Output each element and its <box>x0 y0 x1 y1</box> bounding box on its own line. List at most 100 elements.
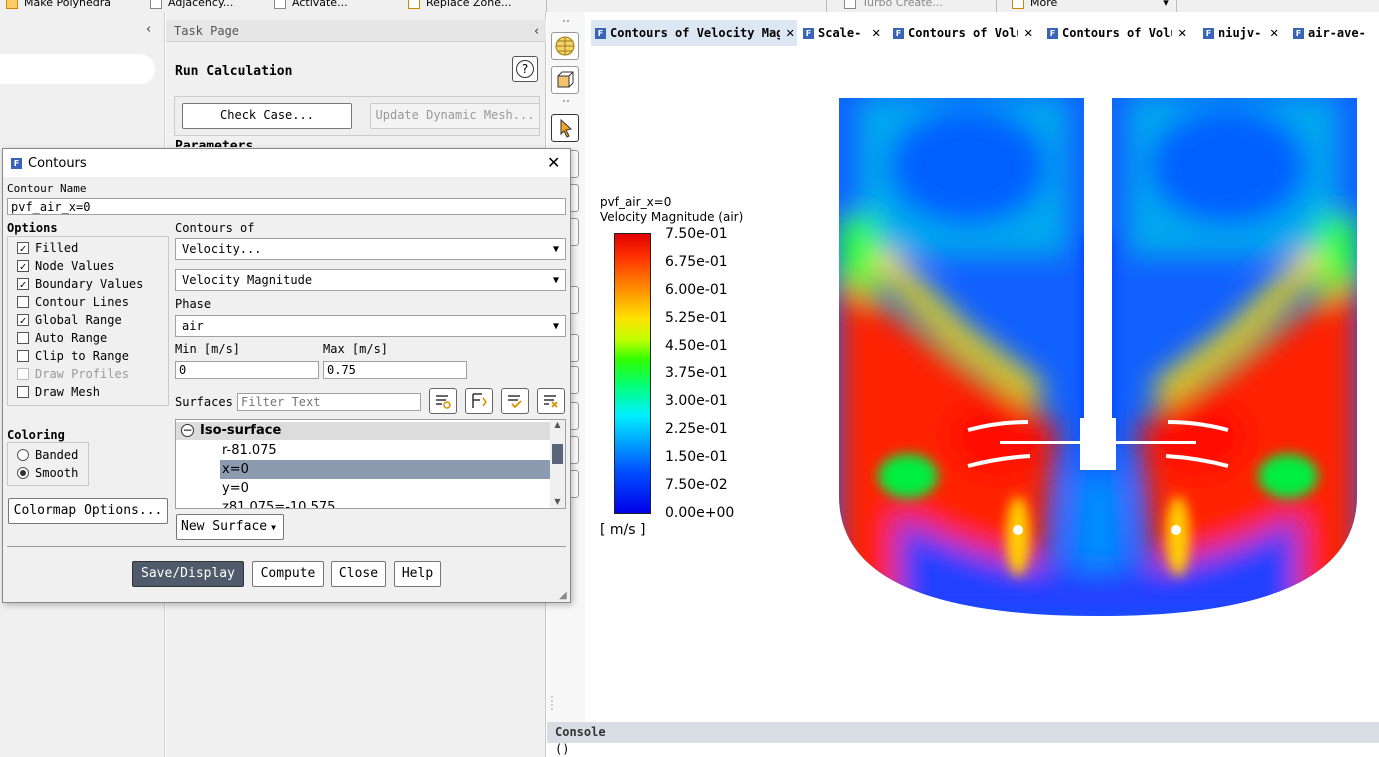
legend-tick: 3.00e-01 <box>665 393 728 409</box>
contours-dialog: F Contours ✕ Contour Name pvf_air_x=0 Op… <box>2 148 571 603</box>
deselect-all-surfaces-button[interactable] <box>537 388 565 414</box>
list-item-selected[interactable]: x=0 <box>220 460 550 479</box>
replace-zone-button[interactable]: Replace Zone... <box>408 0 512 9</box>
surfaces-scrollbar[interactable]: ▲ ▼ <box>550 420 565 508</box>
tab-niujv[interactable]: Fniujv- ✕ <box>1199 20 1281 46</box>
contours-of-select[interactable]: Velocity... ▼ <box>175 238 566 260</box>
collapse-left-icon[interactable]: ‹ <box>146 22 151 37</box>
tab-scale[interactable]: F Scale- ✕ <box>799 20 883 46</box>
select-pointer-button[interactable] <box>551 114 579 142</box>
console-header: Console <box>547 722 1379 743</box>
list-clear-icon <box>544 395 558 408</box>
resize-grip-icon[interactable]: ◢ <box>559 590 567 601</box>
checkmark-icon: ✓ <box>17 278 29 290</box>
close-button[interactable]: Close <box>331 561 386 587</box>
contours-of-label: Contours of <box>175 221 255 235</box>
list-item[interactable]: z81.075=-10.575 <box>220 498 550 508</box>
polyhedra-icon <box>6 0 18 9</box>
check-case-button[interactable]: Check Case... <box>182 103 352 129</box>
contour-lines-checkbox[interactable]: Contour Lines <box>17 295 129 309</box>
dialog-titlebar[interactable]: F Contours <box>3 149 570 177</box>
help-dialog-button[interactable]: Help <box>394 561 441 587</box>
group-surfaces-button[interactable] <box>465 388 493 414</box>
list-filter-icon <box>436 395 451 409</box>
close-icon[interactable]: ✕ <box>872 25 880 41</box>
collapse-task-icon[interactable]: ‹ <box>534 24 539 39</box>
contour-name-input[interactable]: pvf_air_x=0 <box>7 198 566 215</box>
clip-to-range-checkbox[interactable]: Clip to Range <box>17 349 129 363</box>
list-group-icon <box>472 393 487 408</box>
legend-tick: 0.00e+00 <box>665 505 735 521</box>
tab-contours-velocity[interactable]: FContours of Velocity Magnitude✕ <box>591 20 797 46</box>
outline-search-input[interactable] <box>0 54 155 84</box>
list-check-icon <box>508 395 522 409</box>
fluent-icon: F <box>893 27 904 39</box>
colormap-bar <box>614 233 651 514</box>
adjacency-icon <box>150 0 162 9</box>
surface-filter-input[interactable] <box>237 393 421 411</box>
update-dynamic-mesh-button[interactable]: Update Dynamic Mesh... <box>370 103 540 129</box>
filled-checkbox[interactable]: ✓ Filled <box>17 241 78 255</box>
auto-range-checkbox[interactable]: Auto Range <box>17 331 107 345</box>
legend-unit: [ m/s ] <box>600 522 646 538</box>
smooth-radio[interactable]: Smooth <box>17 466 78 480</box>
parameters-label: Parameters <box>175 139 254 147</box>
close-icon[interactable]: ✕ <box>786 25 794 41</box>
legend-title-line-2: Velocity Magnitude (air) <box>600 210 744 224</box>
checkmark-icon: ✓ <box>17 260 29 272</box>
adjacency-button[interactable]: Adjacency... <box>150 0 233 9</box>
contour-plot[interactable] <box>838 96 1358 620</box>
turbo-create-button[interactable]: Turbo Create... <box>844 0 943 9</box>
node-values-checkbox[interactable]: ✓ Node Values <box>17 259 114 273</box>
list-item[interactable]: r-81.075 <box>220 441 550 460</box>
pointer-arrow-icon <box>560 118 573 138</box>
tab-contours-volume-2[interactable]: FContours of Volume✕ <box>1043 20 1189 46</box>
fluent-icon: F <box>595 27 606 39</box>
phase-select[interactable]: air ▼ <box>175 315 566 337</box>
save-display-button[interactable]: Save/Display <box>132 561 244 587</box>
chevron-down-icon: ▼ <box>552 243 559 255</box>
replace-zone-icon <box>408 0 420 9</box>
graphics-tabs: FContours of Velocity Magnitude✕ FScale-… <box>585 20 1379 46</box>
max-label: Max [m/s] <box>323 342 389 356</box>
colormap-options-button[interactable]: Colormap Options... <box>8 498 168 524</box>
boundary-values-checkbox[interactable]: ✓ Boundary Values <box>17 277 143 291</box>
filter-surfaces-button[interactable] <box>429 388 457 414</box>
make-polyhedra-button[interactable]: Make Polyhedra <box>6 0 111 9</box>
tab-air-ave[interactable]: Fair-ave- <box>1289 20 1379 46</box>
activate-button[interactable]: Activate... <box>274 0 348 9</box>
dialog-close-icon[interactable]: ✕ <box>547 153 560 172</box>
sphere-icon <box>555 36 575 56</box>
help-button[interactable]: ? <box>512 56 538 82</box>
min-input[interactable]: 0 <box>175 361 319 379</box>
banded-radio[interactable]: Banded <box>17 448 78 462</box>
more-button[interactable]: More ▾ <box>1012 0 1169 9</box>
list-item[interactable]: y=0 <box>220 479 550 498</box>
legend-title-line-1: pvf_air_x=0 <box>600 195 672 209</box>
checkmark-icon: ✓ <box>17 314 29 326</box>
max-input[interactable]: 0.75 <box>323 361 467 379</box>
console-output[interactable]: () <box>555 742 569 756</box>
phase-label: Phase <box>175 297 212 311</box>
legend-tick: 6.00e-01 <box>665 282 728 298</box>
close-icon[interactable]: ✕ <box>1178 25 1186 41</box>
dialog-title: Contours <box>28 155 87 171</box>
close-icon[interactable]: ✕ <box>1270 25 1278 41</box>
fit-view-button[interactable] <box>551 32 579 60</box>
select-all-surfaces-button[interactable] <box>501 388 529 414</box>
help-icon: ? <box>516 60 534 78</box>
draw-mesh-checkbox[interactable]: Draw Mesh <box>17 385 100 399</box>
view-box-button[interactable] <box>551 66 579 94</box>
contours-subvariable-select[interactable]: Velocity Magnitude ▼ <box>175 269 566 291</box>
compute-button[interactable]: Compute <box>252 561 324 587</box>
tab-contours-volume-1[interactable]: FContours of Volume✕ <box>889 20 1035 46</box>
collapse-group-icon[interactable]: − <box>181 424 194 437</box>
global-range-checkbox[interactable]: ✓ Global Range <box>17 313 122 327</box>
new-surface-button[interactable]: New Surface ▼ <box>176 514 284 540</box>
close-icon[interactable]: ✕ <box>1024 25 1032 41</box>
draw-profiles-checkbox[interactable]: Draw Profiles <box>17 367 129 381</box>
fluent-icon: F <box>1293 27 1304 39</box>
surfaces-list[interactable]: − Iso-surface r-81.075 x=0 y=0 z81.075=-… <box>175 419 566 509</box>
task-page-header: Task Page <box>166 20 546 42</box>
fluent-icon: F <box>1047 27 1058 39</box>
